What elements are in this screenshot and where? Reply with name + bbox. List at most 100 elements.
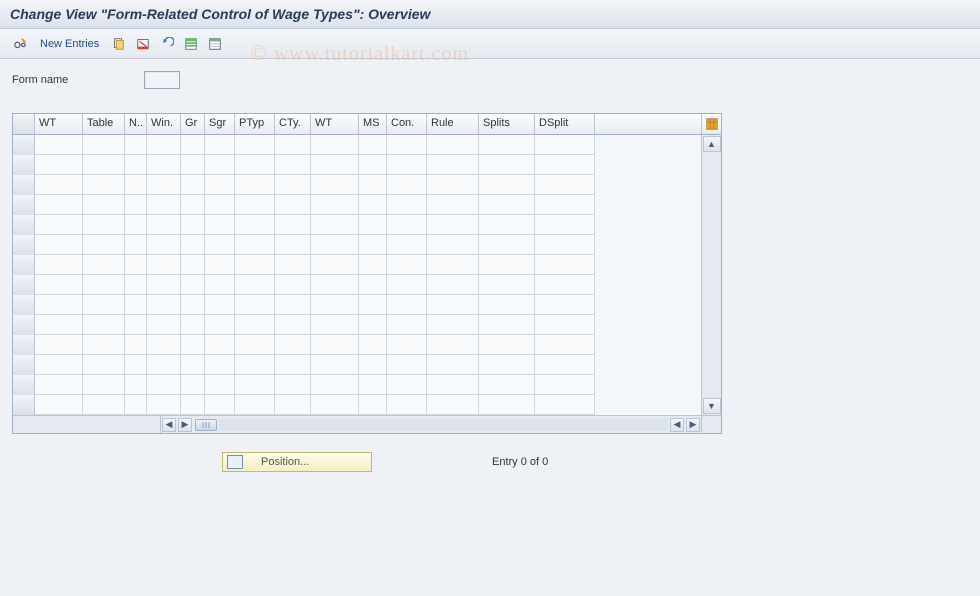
column-header-gr[interactable]: Gr bbox=[181, 114, 205, 134]
cell-sgr[interactable] bbox=[205, 215, 235, 235]
cell-win[interactable] bbox=[147, 215, 181, 235]
cell-n[interactable] bbox=[125, 275, 147, 295]
cell-splits[interactable] bbox=[479, 275, 535, 295]
column-header-splits[interactable]: Splits bbox=[479, 114, 535, 134]
cell-sgr[interactable] bbox=[205, 355, 235, 375]
cell-rule[interactable] bbox=[427, 175, 479, 195]
cell-wt1[interactable] bbox=[35, 255, 83, 275]
vertical-scrollbar[interactable]: ▲ ▼ bbox=[701, 135, 721, 415]
cell-table[interactable] bbox=[83, 195, 125, 215]
cell-cty[interactable] bbox=[275, 335, 311, 355]
cell-gr[interactable] bbox=[181, 175, 205, 195]
column-header-rule[interactable]: Rule bbox=[427, 114, 479, 134]
cell-wt1[interactable] bbox=[35, 395, 83, 415]
cell-cty[interactable] bbox=[275, 235, 311, 255]
cell-win[interactable] bbox=[147, 355, 181, 375]
cell-sgr[interactable] bbox=[205, 195, 235, 215]
cell-ptyp[interactable] bbox=[235, 155, 275, 175]
cell-cty[interactable] bbox=[275, 275, 311, 295]
cell-ms[interactable] bbox=[359, 275, 387, 295]
cell-gr[interactable] bbox=[181, 395, 205, 415]
cell-ptyp[interactable] bbox=[235, 395, 275, 415]
cell-table[interactable] bbox=[83, 275, 125, 295]
cell-gr[interactable] bbox=[181, 235, 205, 255]
cell-table[interactable] bbox=[83, 355, 125, 375]
cell-n[interactable] bbox=[125, 155, 147, 175]
cell-splits[interactable] bbox=[479, 215, 535, 235]
cell-cty[interactable] bbox=[275, 175, 311, 195]
cell-rule[interactable] bbox=[427, 375, 479, 395]
column-header-wt2[interactable]: WT bbox=[311, 114, 359, 134]
hscroll-thumb[interactable] bbox=[195, 419, 217, 431]
column-header-table[interactable]: Table bbox=[83, 114, 125, 134]
cell-win[interactable] bbox=[147, 375, 181, 395]
cell-wt2[interactable] bbox=[311, 215, 359, 235]
cell-dsplit[interactable] bbox=[535, 275, 595, 295]
cell-wt2[interactable] bbox=[311, 135, 359, 155]
cell-ms[interactable] bbox=[359, 195, 387, 215]
cell-wt2[interactable] bbox=[311, 175, 359, 195]
cell-con[interactable] bbox=[387, 135, 427, 155]
cell-table[interactable] bbox=[83, 315, 125, 335]
row-selector[interactable] bbox=[13, 395, 35, 415]
cell-ms[interactable] bbox=[359, 395, 387, 415]
row-selector[interactable] bbox=[13, 215, 35, 235]
cell-sgr[interactable] bbox=[205, 295, 235, 315]
cell-rule[interactable] bbox=[427, 215, 479, 235]
cell-cty[interactable] bbox=[275, 195, 311, 215]
cell-dsplit[interactable] bbox=[535, 175, 595, 195]
cell-wt1[interactable] bbox=[35, 335, 83, 355]
cell-win[interactable] bbox=[147, 295, 181, 315]
column-header-con[interactable]: Con. bbox=[387, 114, 427, 134]
column-header-win[interactable]: Win. bbox=[147, 114, 181, 134]
cell-gr[interactable] bbox=[181, 355, 205, 375]
cell-dsplit[interactable] bbox=[535, 255, 595, 275]
cell-wt1[interactable] bbox=[35, 235, 83, 255]
cell-gr[interactable] bbox=[181, 375, 205, 395]
cell-ptyp[interactable] bbox=[235, 175, 275, 195]
row-selector-header[interactable] bbox=[13, 114, 35, 134]
cell-con[interactable] bbox=[387, 215, 427, 235]
cell-cty[interactable] bbox=[275, 135, 311, 155]
cell-wt2[interactable] bbox=[311, 375, 359, 395]
cell-rule[interactable] bbox=[427, 135, 479, 155]
cell-wt2[interactable] bbox=[311, 395, 359, 415]
cell-splits[interactable] bbox=[479, 315, 535, 335]
cell-wt2[interactable] bbox=[311, 235, 359, 255]
cell-con[interactable] bbox=[387, 255, 427, 275]
hscroll-right2-button[interactable]: ▶ bbox=[686, 418, 700, 432]
cell-rule[interactable] bbox=[427, 355, 479, 375]
cell-table[interactable] bbox=[83, 155, 125, 175]
cell-ms[interactable] bbox=[359, 235, 387, 255]
cell-sgr[interactable] bbox=[205, 375, 235, 395]
cell-ptyp[interactable] bbox=[235, 195, 275, 215]
cell-ptyp[interactable] bbox=[235, 355, 275, 375]
cell-dsplit[interactable] bbox=[535, 315, 595, 335]
cell-win[interactable] bbox=[147, 195, 181, 215]
cell-win[interactable] bbox=[147, 155, 181, 175]
copy-as-button[interactable] bbox=[109, 34, 129, 54]
column-header-ptyp[interactable]: PTyp bbox=[235, 114, 275, 134]
row-selector[interactable] bbox=[13, 375, 35, 395]
cell-wt1[interactable] bbox=[35, 155, 83, 175]
hscroll-right-button[interactable]: ▶ bbox=[178, 418, 192, 432]
cell-sgr[interactable] bbox=[205, 155, 235, 175]
cell-wt2[interactable] bbox=[311, 355, 359, 375]
cell-wt2[interactable] bbox=[311, 155, 359, 175]
cell-win[interactable] bbox=[147, 335, 181, 355]
cell-gr[interactable] bbox=[181, 275, 205, 295]
cell-win[interactable] bbox=[147, 275, 181, 295]
cell-wt1[interactable] bbox=[35, 315, 83, 335]
cell-rule[interactable] bbox=[427, 255, 479, 275]
row-selector[interactable] bbox=[13, 295, 35, 315]
cell-con[interactable] bbox=[387, 235, 427, 255]
cell-wt2[interactable] bbox=[311, 315, 359, 335]
cell-splits[interactable] bbox=[479, 255, 535, 275]
cell-dsplit[interactable] bbox=[535, 235, 595, 255]
cell-cty[interactable] bbox=[275, 355, 311, 375]
cell-sgr[interactable] bbox=[205, 175, 235, 195]
cell-con[interactable] bbox=[387, 315, 427, 335]
cell-n[interactable] bbox=[125, 355, 147, 375]
cell-ms[interactable] bbox=[359, 315, 387, 335]
cell-table[interactable] bbox=[83, 375, 125, 395]
